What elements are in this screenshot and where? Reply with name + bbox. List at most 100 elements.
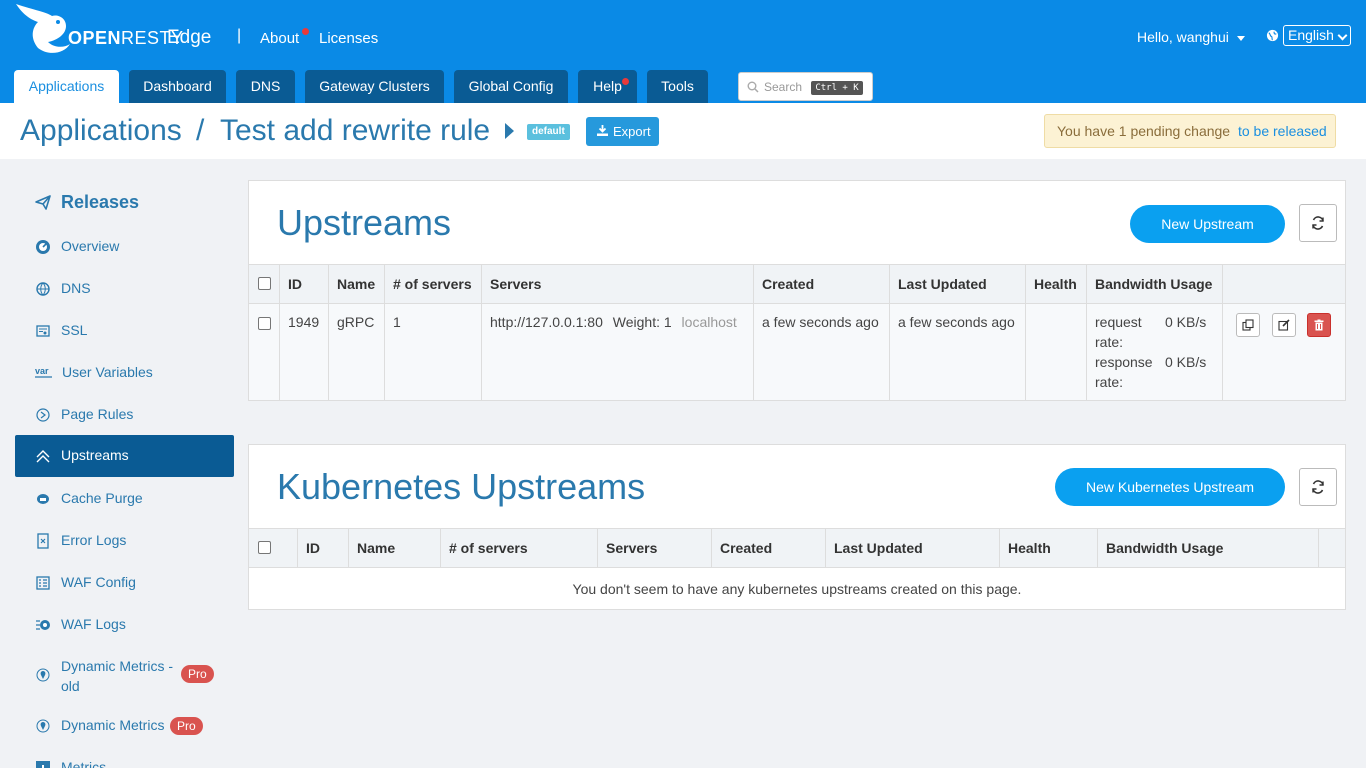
tab-applications[interactable]: Applications [14,70,119,103]
sidebar: Releases Overview DNS SSL var User Varia… [15,180,234,768]
partition-badge: default [527,124,570,140]
column-header-name[interactable]: Name [348,529,440,567]
column-header-actions [1222,265,1345,303]
svg-text:var: var [35,366,49,376]
licenses-link[interactable]: Licenses [319,30,378,47]
nav-separator: | [237,27,242,44]
pro-badge: Pro [170,717,203,735]
sidebar-item-waf-config[interactable]: WAF Config [15,562,234,604]
sidebar-releases-heading[interactable]: Releases [15,180,234,222]
delete-upstream-button[interactable] [1307,313,1331,337]
upstreams-panel: Upstreams New Upstream ID Name # of serv… [248,180,1346,401]
column-header-id[interactable]: ID [297,529,348,567]
top-navbar: OPENRESTY Edge | About Licenses Hello, w… [0,0,1366,103]
select-all-checkbox[interactable] [258,541,271,554]
cell-health [1025,304,1086,400]
copy-upstream-button[interactable] [1236,313,1260,337]
sidebar-title: Releases [61,192,140,212]
cell-num-servers: 1 [384,304,481,400]
request-rate-label-1: request [1095,314,1142,330]
column-header-created[interactable]: Created [711,529,825,567]
certificate-icon [36,325,50,337]
column-header-health[interactable]: Health [999,529,1097,567]
column-header-name[interactable]: Name [328,265,384,303]
edit-icon [1278,319,1290,331]
select-all-checkbox[interactable] [258,277,271,290]
tab-dashboard[interactable]: Dashboard [129,70,226,103]
new-kubernetes-upstream-button[interactable]: New Kubernetes Upstream [1055,468,1285,506]
sidebar-item-label: SSL [61,322,88,338]
tab-tools[interactable]: Tools [647,70,708,103]
column-header-bandwidth[interactable]: Bandwidth Usage [1097,529,1318,567]
sidebar-item-cache-purge[interactable]: Cache Purge [15,478,234,520]
column-header-bandwidth[interactable]: Bandwidth Usage [1086,265,1222,303]
language-value: English [1288,27,1334,43]
release-link[interactable]: to be released [1238,123,1327,139]
column-header-num-servers[interactable]: # of servers [384,265,481,303]
column-header-num-servers[interactable]: # of servers [440,529,597,567]
export-label: Export [613,124,651,139]
export-button[interactable]: Export [586,117,659,146]
openresty-logo[interactable]: OPENRESTY [14,2,183,58]
sidebar-item-upstreams[interactable]: Upstreams [15,435,234,477]
column-header-last-updated[interactable]: Last Updated [889,265,1025,303]
sidebar-item-label: Dynamic Metrics [61,717,165,733]
refresh-kubernetes-upstreams-button[interactable] [1299,468,1337,506]
column-header-created[interactable]: Created [753,265,889,303]
sidebar-item-label: Page Rules [61,406,134,422]
sidebar-item-metrics[interactable]: Metrics [15,747,234,768]
search-icon [747,81,759,93]
chevron-down-icon [1337,30,1348,41]
waf-logs-icon [36,620,50,630]
column-header-id[interactable]: ID [279,265,328,303]
user-menu[interactable]: Hello, wanghui [1137,29,1245,45]
sidebar-item-error-logs[interactable]: Error Logs [15,520,234,562]
language-select[interactable]: English [1283,25,1351,46]
caret-down-icon [1236,35,1245,41]
globe-icon [36,282,50,296]
kubernetes-table-header: ID Name # of servers Servers Created Las… [249,528,1345,568]
row-checkbox[interactable] [258,317,271,330]
refresh-icon [1312,480,1324,494]
tab-dns[interactable]: DNS [236,70,295,103]
sidebar-item-overview[interactable]: Overview [15,226,234,268]
sidebar-item-ssl[interactable]: SSL [15,310,234,352]
sidebar-item-dynamic-metrics[interactable]: Dynamic Metrics Pro [15,705,234,747]
sidebar-item-dns[interactable]: DNS [15,268,234,310]
column-header-servers[interactable]: Servers [481,265,753,303]
sidebar-item-label: WAF Logs [61,616,126,632]
about-link[interactable]: About [260,30,299,47]
column-header-health[interactable]: Health [1025,265,1086,303]
trash-icon [1314,319,1324,331]
var-icon: var [35,366,52,378]
refresh-icon [1312,216,1324,230]
refresh-upstreams-button[interactable] [1299,204,1337,242]
cell-last-updated: a few seconds ago [889,304,1025,400]
sidebar-item-waf-logs[interactable]: WAF Logs [15,604,234,646]
sidebar-item-user-variables[interactable]: var User Variables [15,352,234,394]
caret-right-icon[interactable] [505,123,514,139]
tab-help[interactable]: Help [578,70,637,103]
sidebar-item-label: Error Logs [61,532,127,548]
new-upstream-button[interactable]: New Upstream [1130,205,1285,243]
column-header-servers[interactable]: Servers [597,529,711,567]
search-shortcut-kbd: Ctrl + K [811,81,863,95]
dashboard-icon [36,240,50,254]
globe-icon [1266,29,1279,42]
copy-icon [1242,319,1254,331]
sidebar-item-dynamic-metrics-old[interactable]: Dynamic Metrics - old Pro [15,646,234,706]
response-rate-label-1: response [1095,354,1153,370]
tab-global-config[interactable]: Global Config [454,70,568,103]
rules-icon [36,408,50,422]
column-header-last-updated[interactable]: Last Updated [825,529,999,567]
select-all-cell [249,529,297,567]
request-rate-value: 0 KB/s [1165,314,1207,330]
search-input[interactable]: Search Ctrl + K [738,72,873,101]
breadcrumb-applications[interactable]: Applications [20,114,182,148]
download-icon [597,125,608,136]
sidebar-item-page-rules[interactable]: Page Rules [15,394,234,436]
tab-gateway-clusters[interactable]: Gateway Clusters [305,70,444,103]
edit-upstream-button[interactable] [1272,313,1296,337]
chart-icon [36,761,50,768]
user-greeting: Hello, wanghui [1137,29,1229,45]
